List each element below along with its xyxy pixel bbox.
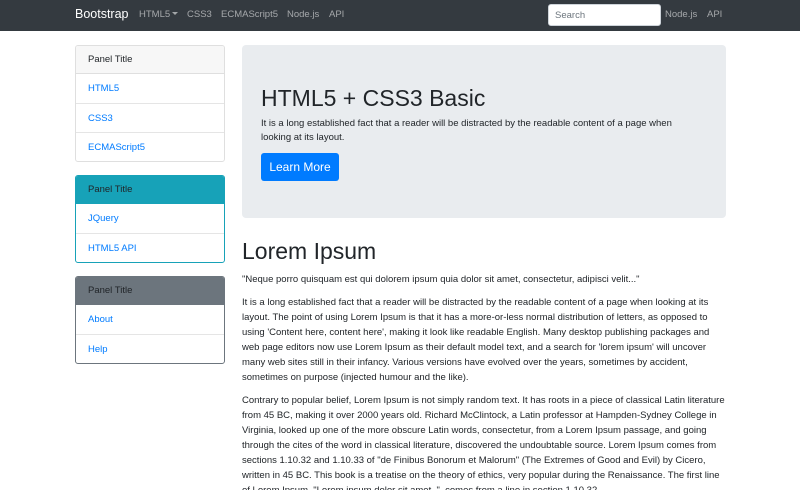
nav-item-right-api[interactable]: API — [707, 9, 722, 20]
jumbotron-text: It is a long established fact that a rea… — [261, 118, 672, 143]
nav-item-css3[interactable]: CSS3 — [187, 9, 212, 20]
sidebar-panel-info: Panel Title JQuery HTML5 API — [75, 175, 225, 263]
paragraph-2: Contrary to popular belief, Lorem Ipsum … — [242, 395, 725, 490]
learn-more-button[interactable]: Learn More — [261, 153, 339, 181]
quote-text: "Neque porro quisquam est qui dolorem ip… — [242, 274, 640, 285]
top-navbar: Bootstrap HTML5 CSS3 ECMAScript5 Node.js… — [0, 0, 800, 31]
navbar-brand[interactable]: Bootstrap — [75, 7, 129, 21]
sidebar-item-about[interactable]: About — [76, 305, 224, 334]
panel-title: Panel Title — [76, 277, 224, 305]
search-input[interactable] — [548, 4, 661, 26]
paragraph-1: It is a long established fact that a rea… — [242, 297, 710, 383]
nav-item-api[interactable]: API — [329, 9, 344, 20]
nav-item-nodejs[interactable]: Node.js — [287, 9, 319, 20]
panel-title: Panel Title — [76, 46, 224, 74]
sidebar-panel-secondary: Panel Title About Help — [75, 276, 225, 364]
panel-title: Panel Title — [76, 176, 224, 204]
sidebar-panel-default: Panel Title HTML5 CSS3 ECMAScript5 — [75, 45, 225, 162]
section-heading: Lorem Ipsum — [242, 238, 377, 264]
jumbotron-title: HTML5 + CSS3 Basic — [261, 85, 486, 111]
sidebar-item-ecmascript5[interactable]: ECMAScript5 — [76, 132, 224, 161]
sidebar-item-html5[interactable]: HTML5 — [76, 74, 224, 103]
nav-item-html5-label: HTML5 — [139, 9, 171, 20]
nav-item-ecmascript5[interactable]: ECMAScript5 — [221, 9, 278, 20]
main-content: Lorem Ipsum "Neque porro quisquam est qu… — [242, 236, 726, 490]
jumbotron: HTML5 + CSS3 Basic It is a long establis… — [242, 45, 726, 218]
sidebar-item-css3[interactable]: CSS3 — [76, 103, 224, 132]
sidebar-item-html5-api[interactable]: HTML5 API — [76, 233, 224, 262]
caret-down-icon — [172, 12, 179, 15]
sidebar-item-jquery[interactable]: JQuery — [76, 204, 224, 233]
nav-item-html5-dropdown[interactable]: HTML5 — [139, 9, 179, 20]
nav-item-right-nodejs[interactable]: Node.js — [665, 9, 697, 20]
sidebar-item-help[interactable]: Help — [76, 334, 224, 363]
